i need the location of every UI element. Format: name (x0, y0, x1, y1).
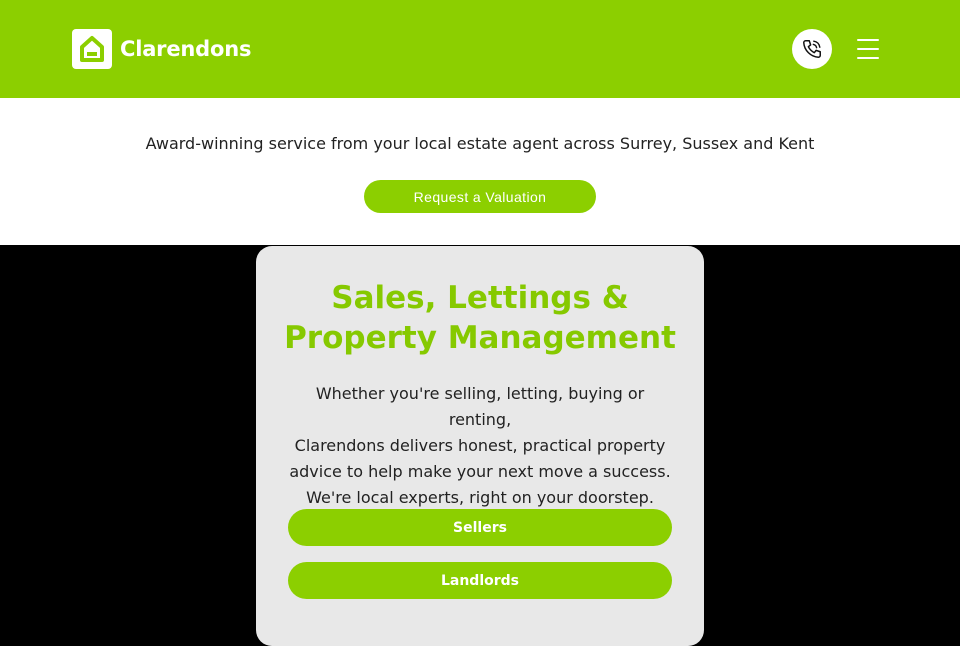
card-title-line-2: Property Management (284, 320, 676, 356)
card-description-line: We're local experts, right on your doors… (306, 488, 654, 507)
card-title: Sales, Lettings & Property Management (256, 278, 704, 358)
tagline: Award-winning service from your local es… (145, 134, 815, 153)
request-valuation-button[interactable]: Request a Valuation (364, 180, 596, 213)
menu-bar (857, 57, 879, 59)
brand-logo[interactable]: Clarendons (72, 29, 251, 69)
hamburger-menu-icon[interactable] (852, 36, 884, 62)
card-description-line: Whether you're selling, letting, buying … (315, 384, 645, 429)
site-header: Clarendons (0, 0, 960, 98)
brand-name: Clarendons (120, 37, 252, 61)
services-card: Sales, Lettings & Property Management Wh… (256, 246, 704, 646)
sellers-button[interactable]: Sellers (288, 509, 672, 546)
intro-section: Award-winning service from your local es… (0, 98, 960, 245)
card-description-line: advice to help make your next move a suc… (289, 462, 671, 481)
phone-icon (803, 40, 821, 58)
card-title-line-1: Sales, Lettings & (331, 280, 629, 316)
house-icon (72, 29, 112, 69)
card-description-line: Clarendons delivers honest, practical pr… (294, 436, 666, 455)
menu-bar (857, 48, 879, 50)
menu-bar (857, 39, 879, 41)
card-description: Whether you're selling, letting, buying … (286, 381, 674, 511)
phone-button[interactable] (792, 29, 832, 69)
landlords-button[interactable]: Landlords (288, 562, 672, 599)
